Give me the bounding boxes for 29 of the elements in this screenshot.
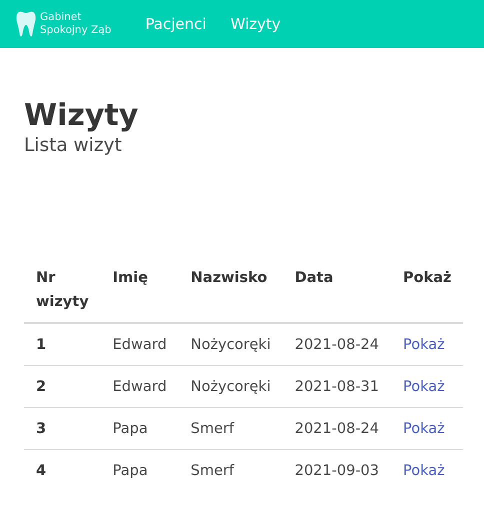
show-link[interactable]: Pokaż [403, 463, 445, 479]
date-cell: 2021-08-24 [294, 421, 380, 437]
show-link[interactable]: Pokaż [403, 421, 445, 437]
first-name-cell: Edward [112, 379, 167, 395]
column-header: Imię [112, 270, 148, 286]
visit-number: 1 [36, 337, 46, 353]
column-header: Nr wizyty [36, 270, 89, 310]
column-header: Data [294, 270, 334, 286]
tooth-icon [16, 10, 36, 38]
page-title: Wizyty [24, 98, 140, 134]
visit-number: 2 [36, 379, 46, 395]
first-name-cell: Papa [112, 463, 148, 479]
first-name-cell: Papa [112, 421, 148, 437]
show-link[interactable]: Pokaż [403, 379, 445, 395]
visit-number: 3 [36, 421, 46, 437]
last-name-cell: Nożycoręki [190, 337, 271, 353]
last-name-cell: Smerf [190, 421, 234, 437]
date-cell: 2021-09-03 [294, 463, 380, 479]
brand-name: Gabinet Spokojny Ząb [40, 11, 112, 37]
column-header: Pokaż [403, 270, 452, 286]
show-link[interactable]: Pokaż [403, 337, 445, 353]
column-header: Nazwisko [190, 270, 268, 286]
visit-number: 4 [36, 463, 46, 479]
date-cell: 2021-08-24 [294, 337, 380, 353]
last-name-cell: Nożycoręki [190, 379, 271, 395]
date-cell: 2021-08-31 [294, 379, 380, 395]
last-name-cell: Smerf [190, 463, 234, 479]
page-subtitle: Lista wizyt [24, 134, 123, 158]
first-name-cell: Edward [112, 337, 167, 353]
